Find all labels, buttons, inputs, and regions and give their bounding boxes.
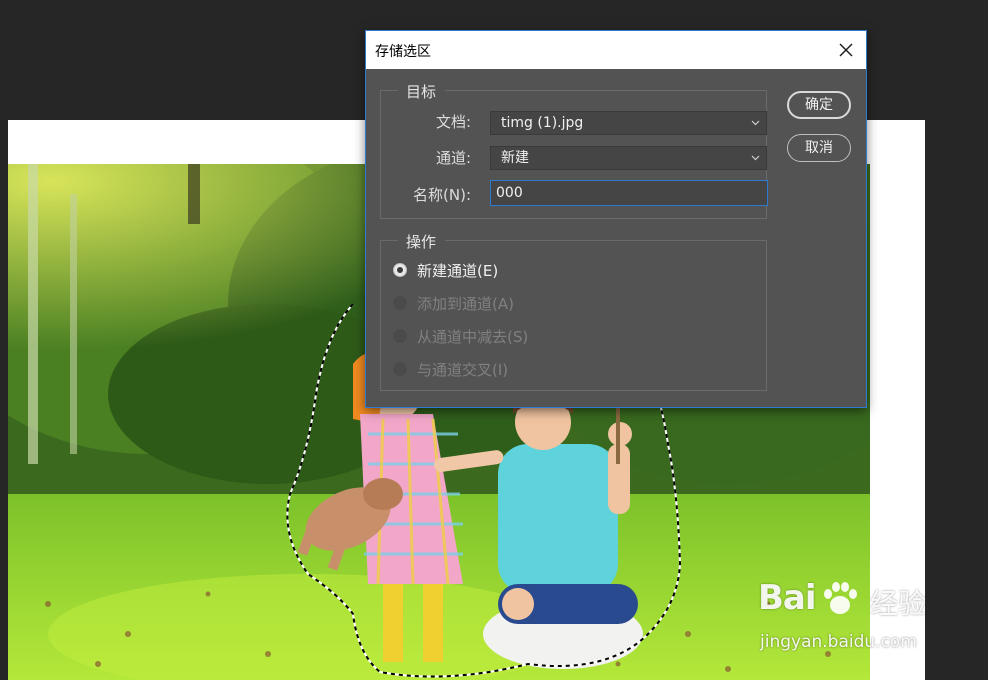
- document-select-value: timg (1).jpg: [501, 115, 584, 131]
- baidu-jingyan-watermark: Bai 经验 jingyan.baidu.com: [758, 578, 938, 658]
- radio-label: 从通道中减去(S): [417, 328, 529, 346]
- radio-button-disabled: [393, 329, 407, 343]
- operation-group-legend: 操作: [398, 231, 446, 252]
- chevron-down-icon: [751, 120, 760, 126]
- radio-label: 添加到通道(A): [417, 295, 514, 313]
- name-label: 名称(N):: [413, 186, 471, 204]
- document-select[interactable]: timg (1).jpg: [490, 111, 767, 135]
- photoshop-workspace: Bai 经验 jingyan.baidu.com 存储选区 目标 文档: tim…: [0, 0, 988, 680]
- ok-button[interactable]: 确定: [787, 91, 851, 119]
- name-input[interactable]: [490, 180, 768, 206]
- target-group: 目标 文档: timg (1).jpg 通道: 新建 名称(N):: [380, 81, 768, 219]
- dialog-title: 存储选区: [375, 44, 431, 60]
- cancel-button[interactable]: 取消: [787, 134, 851, 162]
- watermark-url: jingyan.baidu.com: [760, 632, 917, 652]
- watermark-logo: Bai: [758, 578, 817, 618]
- chevron-down-icon: [751, 155, 760, 161]
- radio-subtract-from-channel: 从通道中减去(S): [393, 325, 653, 347]
- radio-new-channel[interactable]: 新建通道(E): [393, 259, 653, 281]
- radio-button-selected[interactable]: [393, 263, 407, 277]
- channel-select[interactable]: 新建: [490, 146, 767, 170]
- channel-label: 通道:: [435, 149, 471, 167]
- close-button[interactable]: [830, 34, 862, 66]
- channel-select-value: 新建: [501, 150, 529, 166]
- target-group-legend: 目标: [398, 81, 446, 102]
- close-icon: [839, 43, 853, 57]
- radio-label: 与通道交叉(I): [417, 361, 509, 379]
- operation-group: 操作 新建通道(E) 添加到通道(A) 从通道中减去(S) 与通道交叉(I): [380, 231, 767, 391]
- dialog-titlebar[interactable]: 存储选区: [366, 31, 866, 69]
- radio-add-to-channel: 添加到通道(A): [393, 292, 653, 314]
- radio-button-disabled: [393, 296, 407, 310]
- radio-intersect-with-channel: 与通道交叉(I): [393, 358, 653, 380]
- document-label: 文档:: [435, 113, 471, 131]
- radio-label: 新建通道(E): [417, 262, 499, 280]
- watermark-logo-suffix: 经验: [870, 587, 927, 620]
- radio-button-disabled: [393, 362, 407, 376]
- paw-icon: [824, 582, 857, 614]
- save-selection-dialog: 存储选区 目标 文档: timg (1).jpg 通道: 新建 名称(N): 0…: [365, 30, 867, 408]
